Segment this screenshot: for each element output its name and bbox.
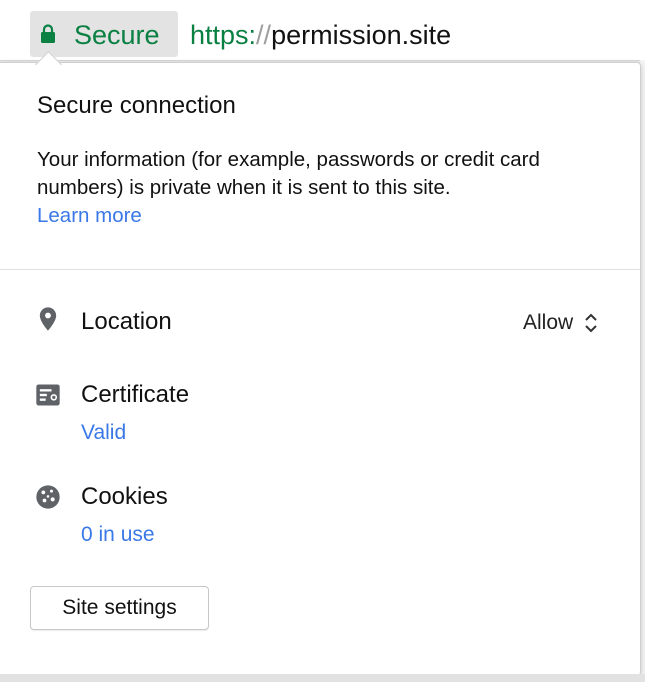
site-settings-button[interactable]: Site settings	[30, 586, 209, 630]
cookies-label: Cookies	[81, 483, 168, 510]
divider	[0, 269, 640, 270]
popup-title: Secure connection	[37, 92, 236, 119]
lock-icon	[41, 24, 55, 43]
security-chip-label: Secure	[74, 20, 160, 50]
cookie-icon	[36, 485, 60, 509]
cookies-in-use-link[interactable]: 0 in use	[81, 521, 155, 549]
updown-chevron-icon	[585, 313, 597, 333]
learn-more-link[interactable]: Learn more	[37, 202, 142, 230]
url-separator: //	[256, 20, 272, 50]
location-permission-select[interactable]: Allow	[523, 310, 599, 336]
connection-description: Your information (for example, passwords…	[37, 148, 540, 199]
certificate-status-link[interactable]: Valid	[81, 419, 126, 447]
page-info-popup: Secure connection Your information (for …	[0, 62, 641, 676]
url-scheme: https:	[190, 20, 257, 50]
url-text[interactable]: https://permission.site	[190, 19, 451, 51]
location-label: Location	[81, 308, 172, 335]
url-host: permission.site	[271, 20, 452, 50]
location-permission-value: Allow	[523, 311, 574, 334]
location-pin-icon	[39, 307, 57, 331]
omnibox[interactable]: Secure https://permission.site	[0, 0, 645, 61]
certificate-icon	[36, 384, 60, 406]
security-chip[interactable]: Secure	[30, 11, 178, 57]
page-background-strip	[0, 674, 645, 682]
certificate-label: Certificate	[81, 381, 190, 408]
